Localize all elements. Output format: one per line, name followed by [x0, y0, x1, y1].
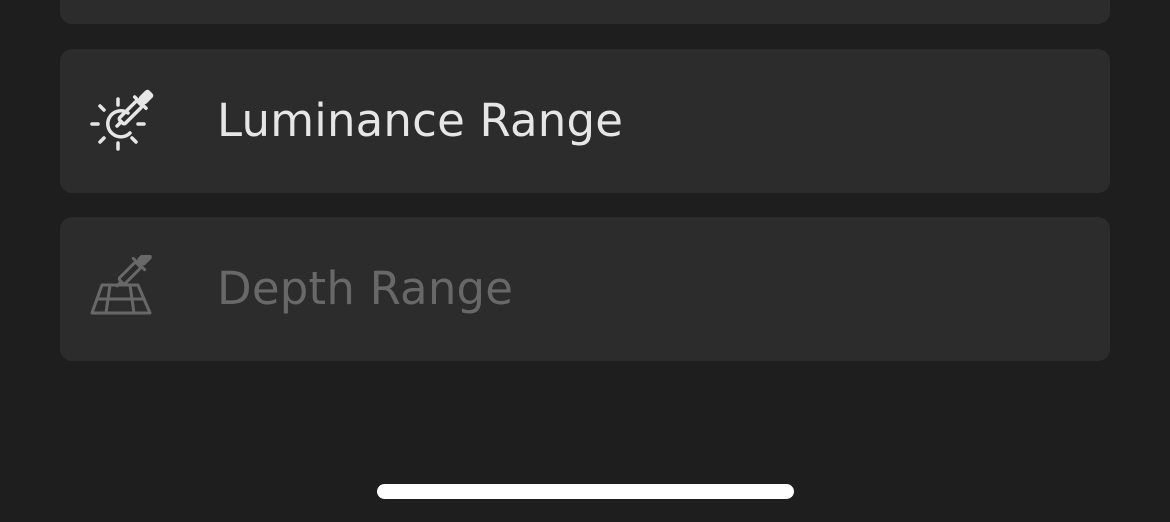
menu-item-luminance-range[interactable]: Luminance Range [60, 49, 1110, 193]
depth-eyedropper-icon [88, 251, 156, 323]
screen: Luminance Range Depth Range [0, 0, 1170, 522]
menu-item-depth-range[interactable]: Depth Range [60, 217, 1110, 361]
menu-item-previous[interactable] [60, 0, 1110, 24]
menu-item-label: Luminance Range [217, 94, 624, 147]
menu-item-label: Depth Range [217, 262, 514, 315]
home-indicator[interactable] [377, 484, 794, 499]
luminance-eyedropper-icon [88, 87, 156, 155]
